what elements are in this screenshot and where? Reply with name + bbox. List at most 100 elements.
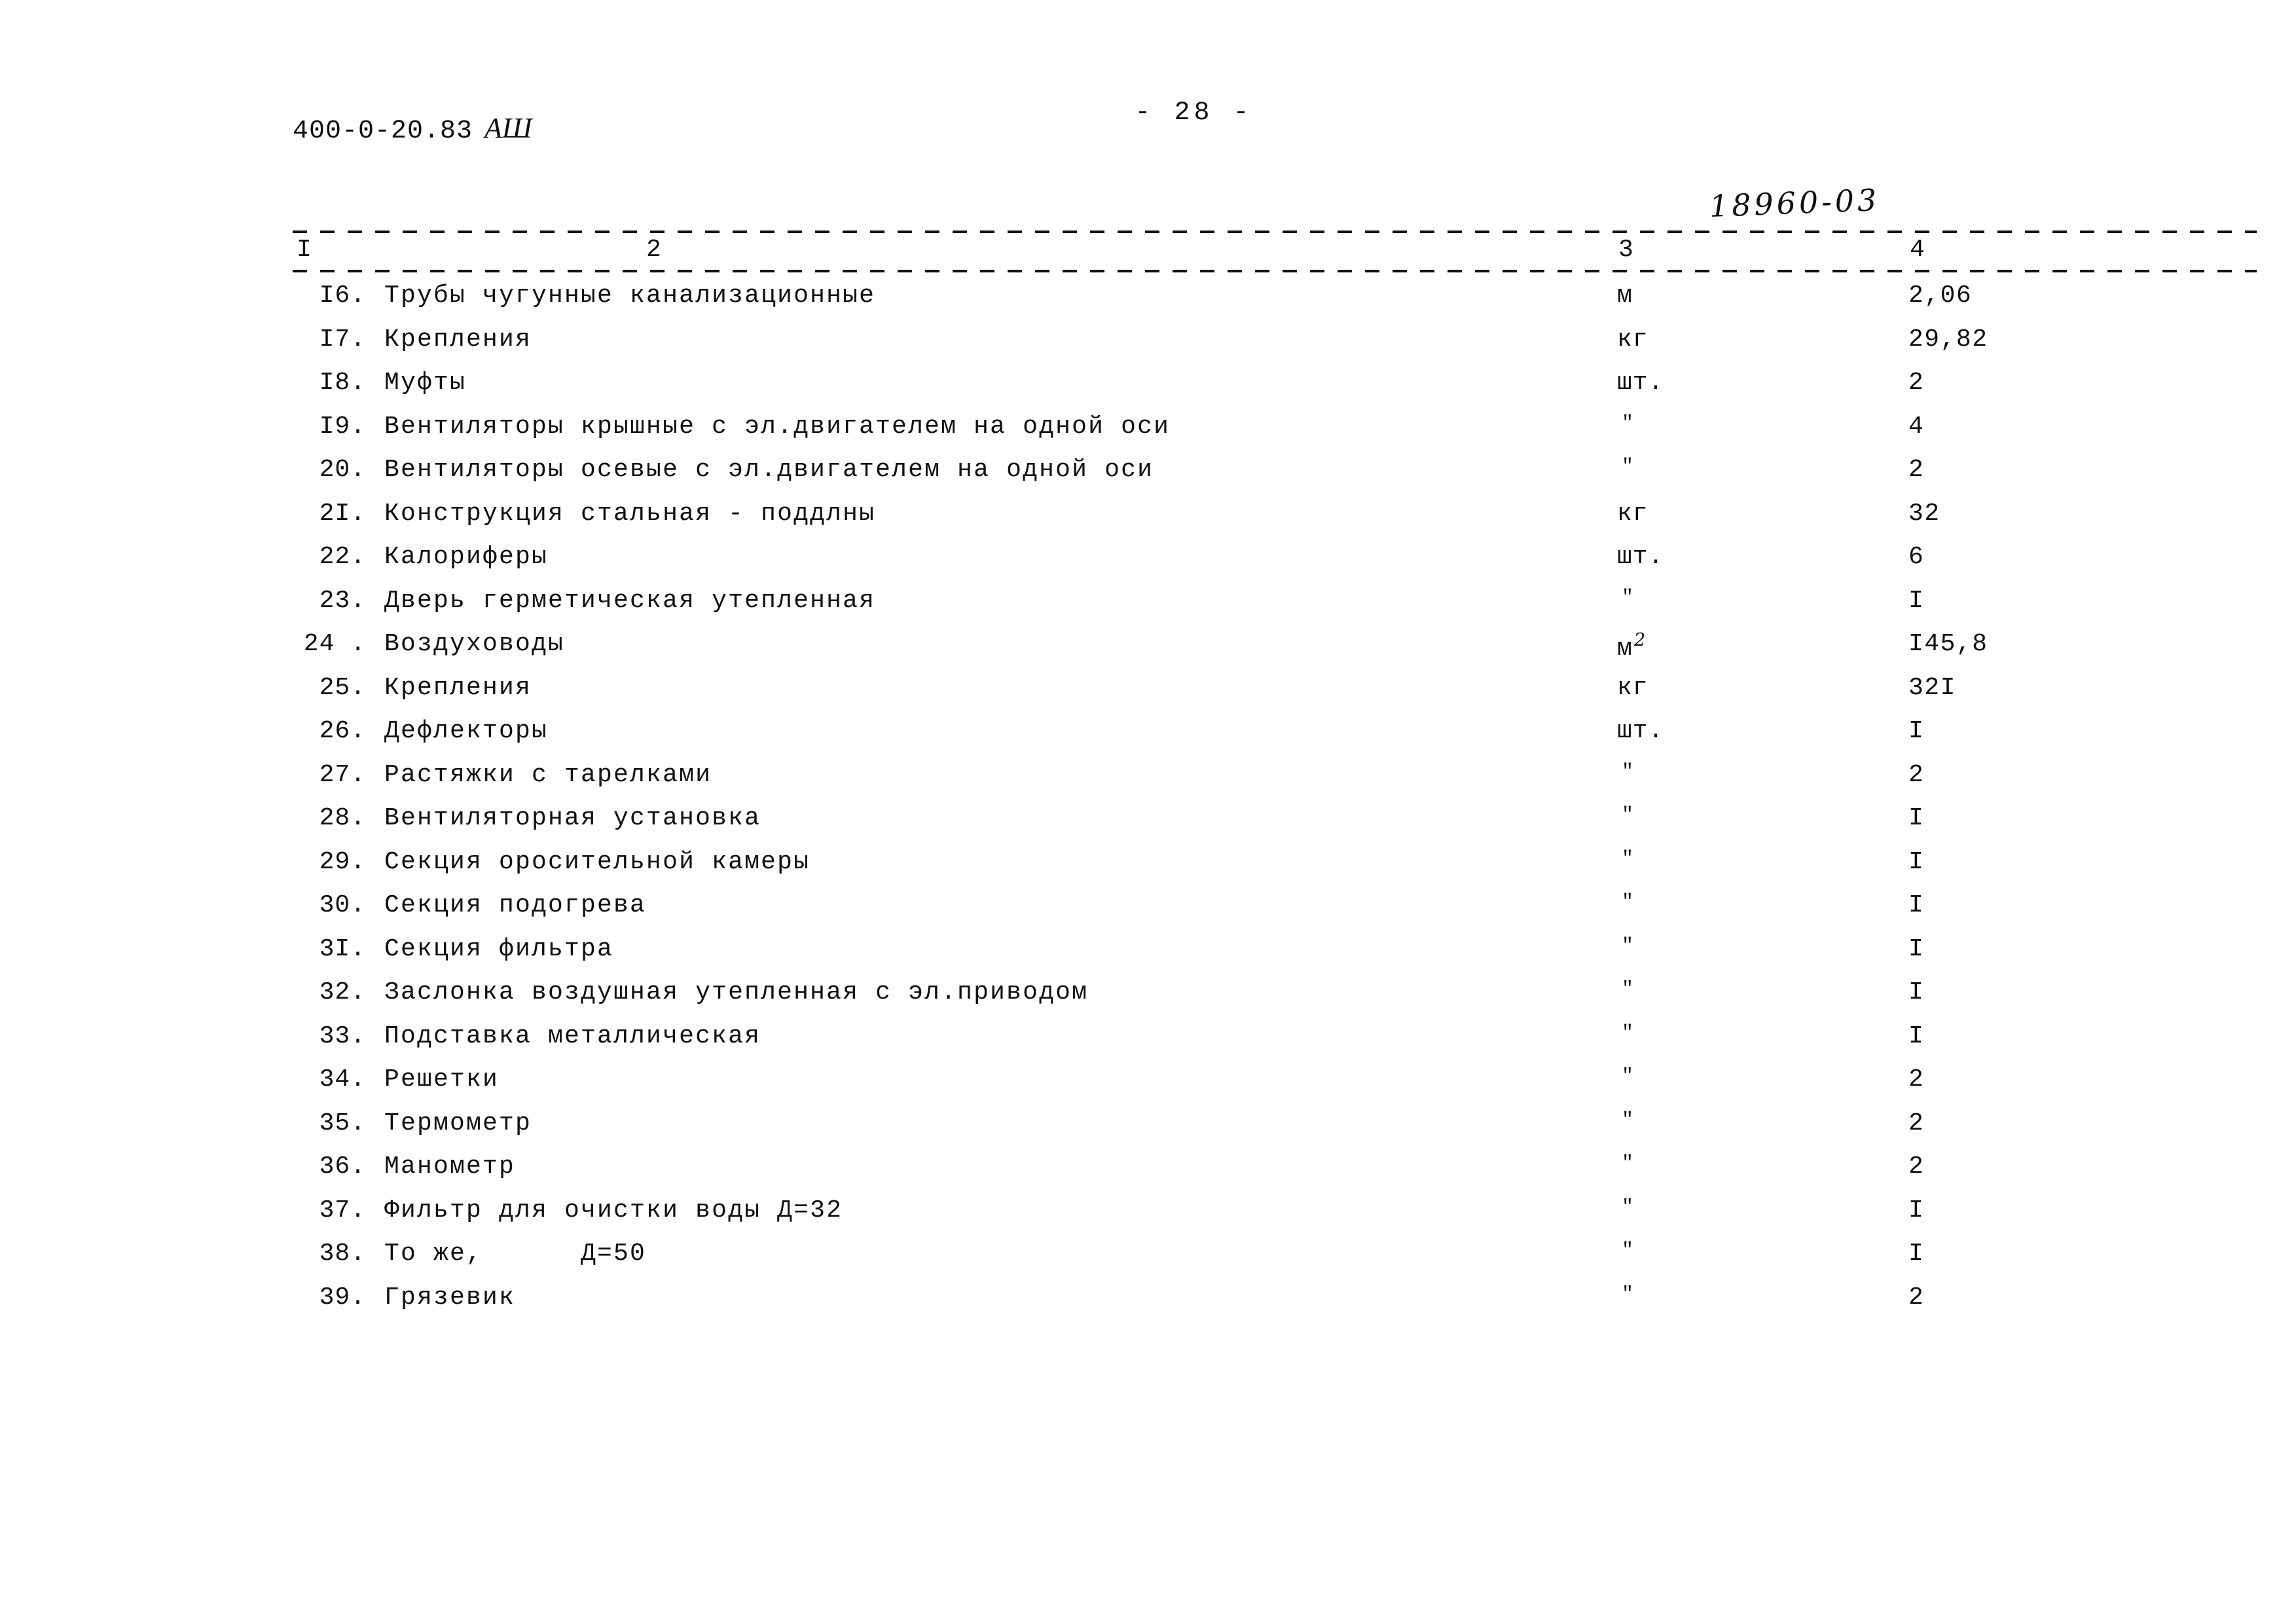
row-index-cell: I9. [319, 412, 366, 441]
table-row: 28. Вентиляторная установка " I [293, 804, 2257, 848]
row-unit-cell: кг [1617, 325, 1649, 354]
row-unit-cell: м [1617, 282, 1633, 310]
row-quantity-cell: I45,8 [1908, 630, 1988, 658]
row-name-cell: Дефлекторы [384, 717, 549, 745]
row-index-cell: 3I. [319, 934, 366, 963]
row-index-cell: 32. [319, 978, 366, 1006]
table-header-rule [293, 270, 2257, 272]
row-index-cell: 34. [319, 1065, 366, 1094]
row-name-text: То же, [384, 1240, 483, 1268]
row-unit-cell: шт. [1617, 543, 1664, 571]
column-header-3: 3 [1618, 236, 1633, 264]
row-index-cell: 33. [319, 1022, 366, 1050]
table-row: I9. Вентиляторы крышные с эл.двигателем н… [293, 413, 2257, 456]
table-row: 29. Секция оросительной камеры " I [293, 848, 2257, 892]
row-quantity-cell: I [1908, 847, 1925, 876]
row-unit-ditto-cell: " [1622, 1065, 1635, 1088]
row-index-cell: 2I. [319, 499, 366, 528]
row-quantity-cell: I [1908, 978, 1925, 1006]
row-index-cell: I8. [319, 369, 366, 397]
row-index-cell: 24 . [303, 630, 366, 658]
row-name-cell: Трубы чугунные канализационные [384, 282, 876, 310]
row-name-suffix: Д=50 [581, 1240, 647, 1268]
table-row: 32. Заслонка воздушная утепленная с эл.пр… [293, 978, 2257, 1022]
row-name-cell: Подставка металлическая [384, 1022, 761, 1050]
row-quantity-cell: 2 [1908, 456, 1925, 484]
table-row: 3I. Секция фильтра " I [293, 935, 2257, 979]
row-name-cell: Растяжки с тарелками [384, 760, 712, 789]
page-header: 400-0-20.83 АШ - 28 - [0, 98, 2296, 157]
row-unit-ditto-cell: " [1622, 760, 1635, 783]
row-name-cell: Термометр [384, 1109, 532, 1137]
row-index-cell: 36. [319, 1153, 366, 1181]
row-unit-text: м [1617, 635, 1633, 663]
table-row: 34. Решетки " 2 [293, 1065, 2257, 1109]
row-name-cell: То же, Д=50 [384, 1240, 646, 1268]
row-quantity-cell: I [1908, 891, 1925, 919]
row-index-cell: I6. [319, 282, 366, 310]
row-unit-ditto-cell: " [1622, 1196, 1635, 1219]
row-unit-cell: м2 [1617, 630, 1646, 663]
row-name-cell: Вентиляторы крышные с эл.двигателем на о… [384, 412, 1171, 441]
column-header-1: I [297, 236, 312, 264]
row-quantity-cell: 32I [1908, 673, 1956, 702]
row-quantity-cell: 2 [1908, 1065, 1925, 1094]
row-quantity-cell: 2 [1908, 369, 1925, 397]
row-quantity-cell: 4 [1908, 412, 1925, 441]
table-row: 26. Дефлекторы шт. I [293, 717, 2257, 761]
row-index-cell: I7. [319, 325, 366, 354]
table-row: 38. То же, Д=50 " I [293, 1240, 2257, 1283]
row-quantity-cell: 2,06 [1908, 282, 1973, 310]
row-quantity-cell: I [1908, 717, 1925, 745]
row-name-cell: Секция фильтра [384, 934, 614, 963]
row-name-cell: Заслонка воздушная утепленная с эл.приво… [384, 978, 1089, 1006]
row-name-cell: Фильтр для очистки воды Д=32 [384, 1196, 843, 1225]
table-row: 27. Растяжки с тарелками " 2 [293, 761, 2257, 805]
row-quantity-cell: I [1908, 804, 1925, 832]
row-index-cell: 37. [319, 1196, 366, 1225]
table-row: 24 . Воздуховоды м2 I45,8 [293, 630, 2257, 674]
row-name-cell: Вентиляторная установка [384, 804, 761, 832]
row-unit-ditto-cell: " [1622, 1153, 1635, 1175]
row-index-cell: 26. [319, 717, 366, 745]
row-quantity-cell: 2 [1908, 760, 1925, 789]
table-row: 2I. Конструкция стальная - поддлны кг 32 [293, 500, 2257, 544]
row-index-cell: 22. [319, 543, 366, 571]
row-unit-ditto-cell: " [1622, 804, 1635, 826]
specification-table: I 2 3 4 I6. Трубы чугунные канализационны… [293, 231, 2257, 1327]
row-name-cell: Калориферы [384, 543, 549, 571]
table-row: 20. Вентиляторы осевые с эл.двигателем на… [293, 456, 2257, 500]
table-row: 23. Дверь герметическая утепленная " I [293, 587, 2257, 631]
row-index-cell: 29. [319, 847, 366, 876]
row-index-cell: 27. [319, 760, 366, 789]
row-unit-cell: шт. [1617, 369, 1664, 397]
table-row: 22. Калориферы шт. 6 [293, 543, 2257, 587]
table-header-row: I 2 3 4 [293, 233, 2257, 270]
row-quantity-cell: 29,82 [1908, 325, 1988, 354]
table-row: 39. Грязевик " 2 [293, 1283, 2257, 1327]
row-index-cell: 23. [319, 586, 366, 615]
row-index-cell: 38. [319, 1240, 366, 1268]
table-row: I8. Муфты шт. 2 [293, 369, 2257, 413]
table-row: 36. Манометр " 2 [293, 1153, 2257, 1196]
row-name-cell: Грязевик [384, 1283, 516, 1312]
row-unit-cell: шт. [1617, 717, 1664, 745]
row-name-cell: Конструкция стальная - поддлны [384, 499, 876, 528]
row-quantity-cell: I [1908, 1240, 1925, 1268]
row-name-cell: Крепления [384, 673, 532, 702]
row-index-cell: 39. [319, 1283, 366, 1312]
row-name-cell: Крепления [384, 325, 532, 354]
row-quantity-cell: I [1908, 1196, 1925, 1225]
row-name-cell: Секция подогрева [384, 891, 647, 919]
table-row: 37. Фильтр для очистки воды Д=32 " I [293, 1196, 2257, 1240]
row-unit-ditto-cell: " [1622, 1022, 1635, 1044]
row-index-cell: 28. [319, 804, 366, 832]
row-name-cell: Дверь герметическая утепленная [384, 586, 876, 615]
row-name-cell: Манометр [384, 1153, 516, 1181]
table-row: I7. Крепления кг 29,82 [293, 325, 2257, 369]
row-unit-ditto-cell: " [1622, 978, 1635, 1001]
handwritten-annotation-number: 18960-03 [1708, 182, 1881, 224]
row-quantity-cell: I [1908, 934, 1925, 963]
row-index-cell: 25. [319, 673, 366, 702]
row-unit-ditto-cell: " [1622, 934, 1635, 957]
